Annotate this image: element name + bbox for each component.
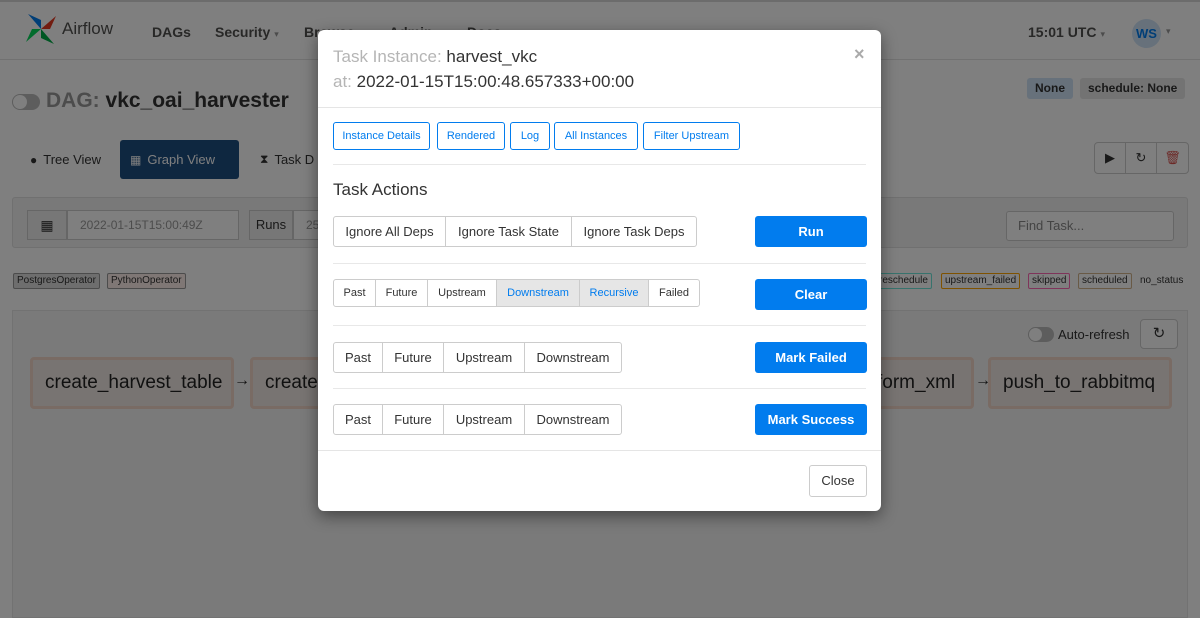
mark-success-downstream-toggle[interactable]: Downstream — [525, 405, 621, 434]
modal-footer-divider — [318, 450, 881, 451]
section-divider — [333, 388, 866, 389]
clear-future-toggle[interactable]: Future — [376, 280, 428, 306]
ignore-task-deps-toggle[interactable]: Ignore Task Deps — [572, 217, 696, 246]
mark-failed-past-toggle[interactable]: Past — [334, 343, 383, 372]
mark-failed-upstream-toggle[interactable]: Upstream — [444, 343, 525, 372]
mark-success-past-toggle[interactable]: Past — [334, 405, 383, 434]
rendered-button[interactable]: Rendered — [437, 122, 505, 150]
modal-title-label: Task Instance: — [333, 47, 442, 66]
modal-execution-date-value: 2022-01-15T15:00:48.657333+00:00 — [356, 72, 635, 91]
clear-past-toggle[interactable]: Past — [334, 280, 376, 306]
section-divider — [333, 263, 866, 264]
clear-downstream-toggle[interactable]: Downstream — [497, 280, 580, 306]
modal-execution-date: at: 2022-01-15T15:00:48.657333+00:00 — [333, 72, 634, 92]
modal-task-id: harvest_vkc — [446, 47, 538, 66]
ignore-all-deps-toggle[interactable]: Ignore All Deps — [334, 217, 446, 246]
mark-failed-future-toggle[interactable]: Future — [383, 343, 444, 372]
task-instance-modal: Task Instance: harvest_vkc at: 2022-01-1… — [318, 30, 881, 511]
section-divider — [333, 164, 866, 165]
mark-failed-downstream-toggle[interactable]: Downstream — [525, 343, 621, 372]
close-icon[interactable]: × — [854, 44, 865, 65]
run-options-group: Ignore All Deps Ignore Task State Ignore… — [333, 216, 697, 247]
run-button[interactable]: Run — [755, 216, 867, 247]
mark-success-upstream-toggle[interactable]: Upstream — [444, 405, 525, 434]
all-instances-button[interactable]: All Instances — [554, 122, 638, 150]
mark-success-button[interactable]: Mark Success — [755, 404, 867, 435]
mark-success-future-toggle[interactable]: Future — [383, 405, 444, 434]
modal-at-label: at: — [333, 72, 352, 91]
clear-button[interactable]: Clear — [755, 279, 867, 310]
clear-upstream-toggle[interactable]: Upstream — [428, 280, 497, 306]
task-actions-heading: Task Actions — [333, 180, 428, 199]
log-button[interactable]: Log — [510, 122, 550, 150]
instance-details-button[interactable]: Instance Details — [333, 122, 430, 150]
filter-upstream-button[interactable]: Filter Upstream — [643, 122, 740, 150]
modal-header-divider — [318, 107, 881, 108]
mark-success-options-group: Past Future Upstream Downstream — [333, 404, 622, 435]
mark-failed-button[interactable]: Mark Failed — [755, 342, 867, 373]
close-button[interactable]: Close — [809, 465, 867, 497]
clear-options-group: Past Future Upstream Downstream Recursiv… — [333, 279, 700, 307]
clear-recursive-toggle[interactable]: Recursive — [580, 280, 649, 306]
mark-failed-options-group: Past Future Upstream Downstream — [333, 342, 622, 373]
clear-failed-toggle[interactable]: Failed — [649, 280, 699, 306]
ignore-task-state-toggle[interactable]: Ignore Task State — [446, 217, 572, 246]
section-divider — [333, 325, 866, 326]
modal-title: Task Instance: harvest_vkc — [333, 47, 537, 67]
